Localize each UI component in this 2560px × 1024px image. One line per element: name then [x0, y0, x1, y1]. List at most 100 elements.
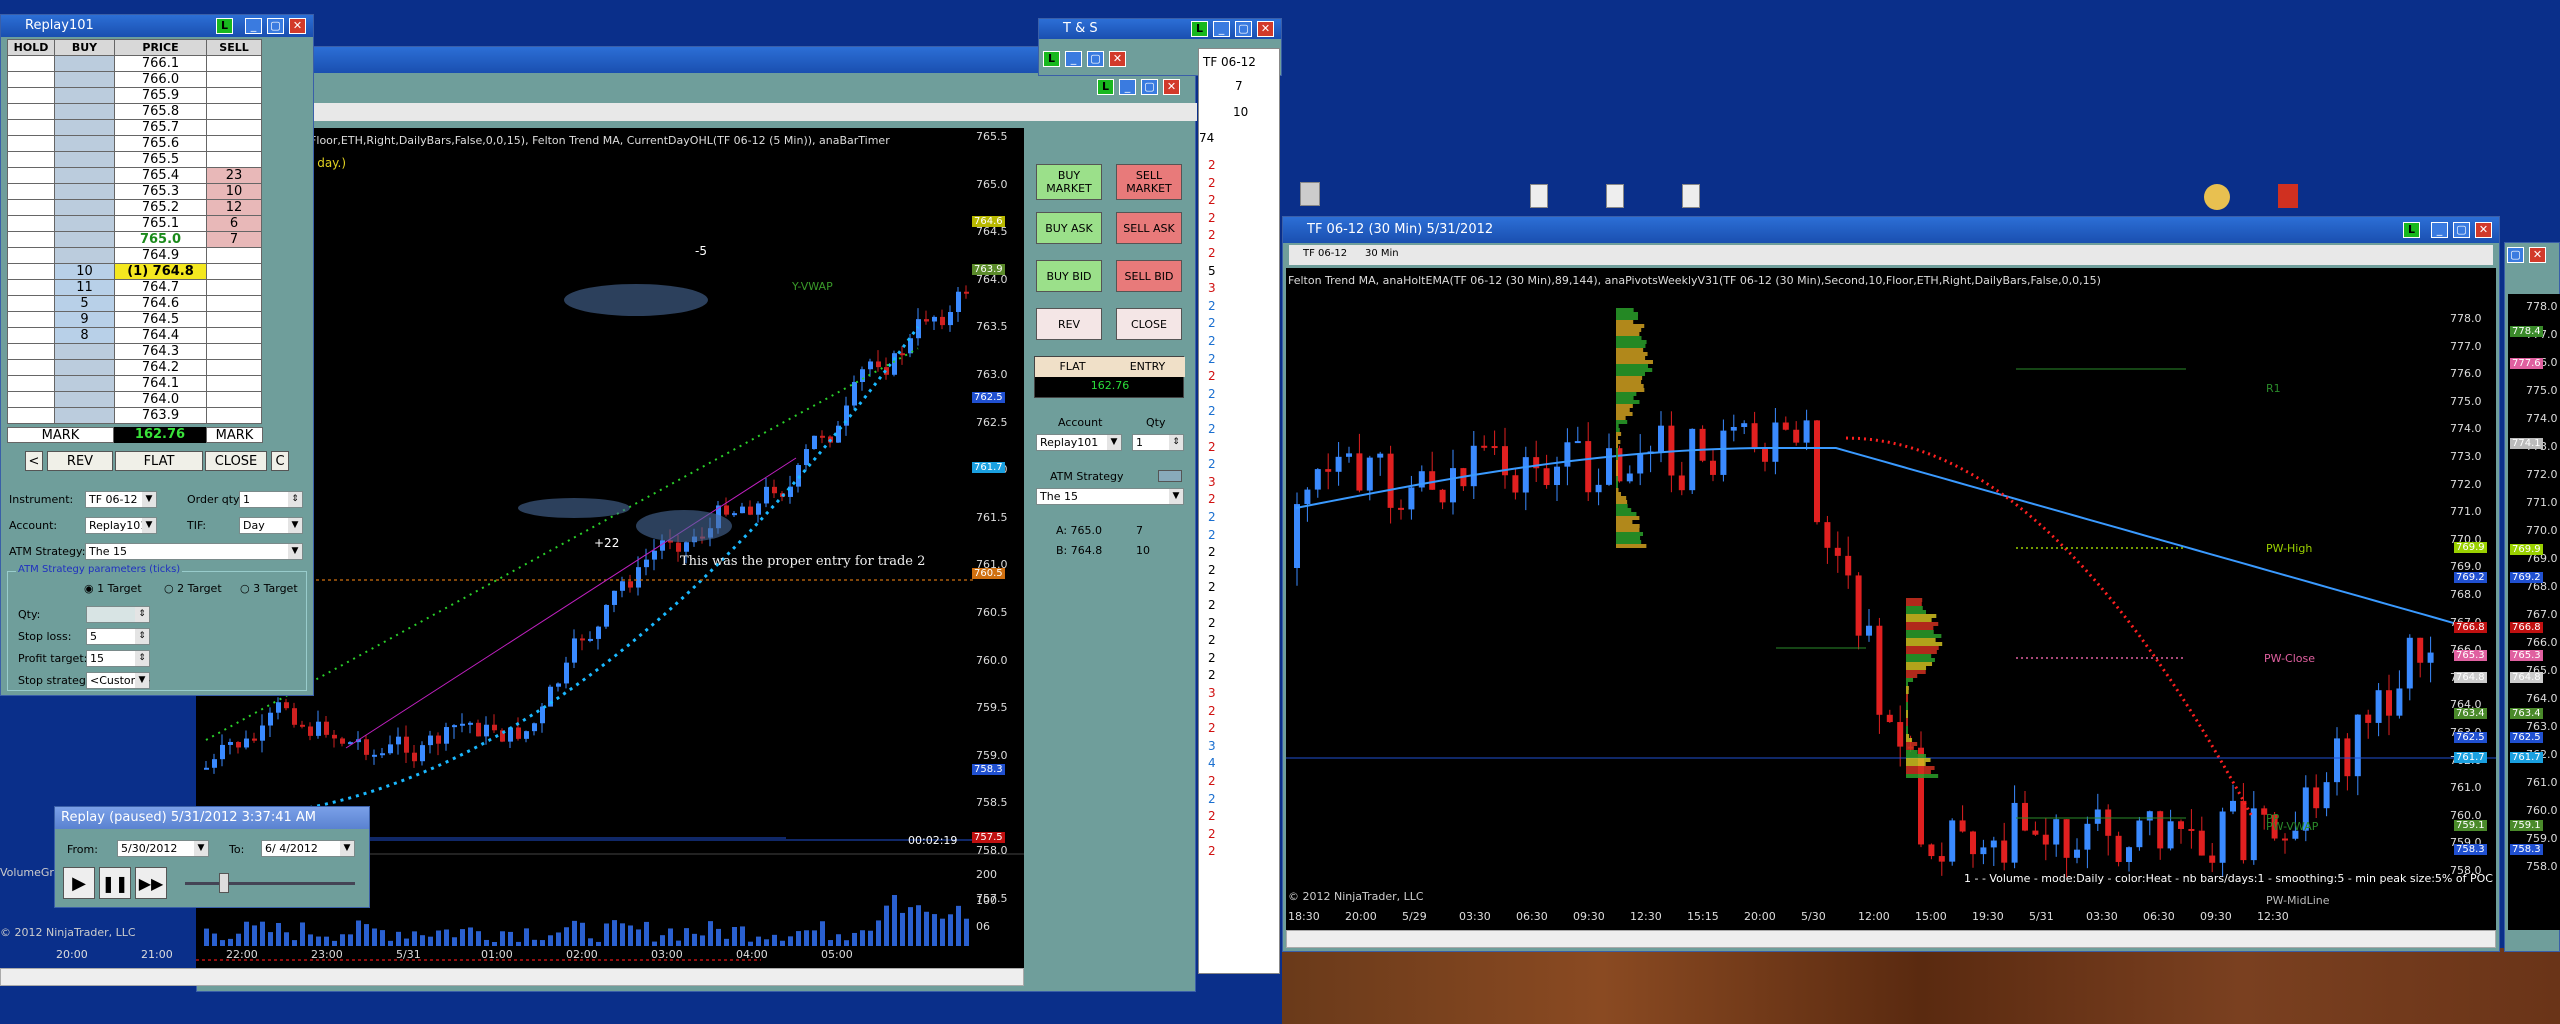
- stop-strategy-select[interactable]: <Custom> ▼: [86, 672, 151, 689]
- dom-left-button[interactable]: <: [25, 451, 43, 471]
- replay-titlebar[interactable]: Replay (paused) 5/31/2012 3:37:41 AM: [55, 807, 369, 829]
- qty-input[interactable]: ⇕: [86, 606, 150, 623]
- dom-ladder-row[interactable]: 765.7: [7, 118, 262, 136]
- right-chart-close-button[interactable]: ✕: [2475, 222, 2492, 238]
- price-cell[interactable]: 764.4: [114, 326, 207, 344]
- sell-cell[interactable]: 23: [206, 166, 262, 184]
- hold-cell[interactable]: [7, 294, 55, 312]
- mark-left[interactable]: MARK: [7, 427, 114, 443]
- replay-speed-track[interactable]: [185, 882, 355, 885]
- sell-cell[interactable]: 7: [206, 230, 262, 248]
- dom-ladder-row[interactable]: 764.1: [7, 374, 262, 392]
- price-cell[interactable]: 764.6: [114, 294, 207, 312]
- price-cell[interactable]: 766.0: [114, 70, 207, 88]
- right-toolbar-instrument[interactable]: TF 06-12: [1303, 248, 1347, 259]
- hold-cell[interactable]: [7, 246, 55, 264]
- hold-cell[interactable]: [7, 310, 55, 328]
- ts-sub-minimize-button[interactable]: _: [1065, 51, 1082, 67]
- price-cell[interactable]: 766.1: [114, 54, 207, 72]
- sell-cell[interactable]: [206, 246, 262, 264]
- buy-cell[interactable]: [54, 54, 115, 72]
- left-chart-minimize-button[interactable]: _: [1119, 79, 1136, 95]
- hold-cell[interactable]: [7, 278, 55, 296]
- dom-ladder-row[interactable]: 763.9: [7, 406, 262, 424]
- desktop-doc-icon-1[interactable]: [1530, 184, 1548, 208]
- sell-cell[interactable]: [206, 54, 262, 72]
- sell-cell[interactable]: [206, 342, 262, 360]
- dom-ladder-row[interactable]: 765.5: [7, 150, 262, 168]
- hold-cell[interactable]: [7, 54, 55, 72]
- buy-cell[interactable]: 9: [54, 310, 115, 328]
- ts-sub-close-button[interactable]: ✕: [1109, 51, 1126, 67]
- dom-ladder-row[interactable]: 9 764.5: [7, 310, 262, 328]
- price-cell[interactable]: (1) 764.8: [114, 262, 207, 280]
- far-right-maximize-button[interactable]: ▢: [2507, 247, 2524, 263]
- buy-cell[interactable]: [54, 134, 115, 152]
- buy-cell[interactable]: [54, 150, 115, 168]
- dom-ladder-row[interactable]: 766.0: [7, 70, 262, 88]
- sell-cell[interactable]: [206, 326, 262, 344]
- sell-cell[interactable]: [206, 374, 262, 392]
- tif-select[interactable]: Day ▼: [239, 517, 303, 534]
- dom-ladder-row[interactable]: 765.8: [7, 102, 262, 120]
- dom-minimize-button[interactable]: _: [245, 18, 262, 34]
- price-cell[interactable]: 765.5: [114, 150, 207, 168]
- dom-c-button[interactable]: C: [271, 451, 289, 471]
- buy-cell[interactable]: [54, 182, 115, 200]
- target3-radio[interactable]: ○ 3 Target: [240, 582, 298, 595]
- sell-cell[interactable]: 6: [206, 214, 262, 232]
- price-cell[interactable]: 765.3: [114, 182, 207, 200]
- price-cell[interactable]: 764.2: [114, 358, 207, 376]
- price-cell[interactable]: 764.7: [114, 278, 207, 296]
- dom-rev-button[interactable]: REV: [47, 451, 113, 471]
- buy-cell[interactable]: [54, 406, 115, 424]
- dom-close-button[interactable]: ✕: [289, 18, 306, 34]
- sell-cell[interactable]: [206, 294, 262, 312]
- right-chart-titlebar[interactable]: TF 06-12 (30 Min) 5/31/2012: [1283, 217, 2499, 243]
- ts-sub-link-button[interactable]: L: [1043, 51, 1060, 67]
- left-chart-close-button[interactable]: ✕: [1163, 79, 1180, 95]
- hold-cell[interactable]: [7, 150, 55, 168]
- price-cell[interactable]: 765.9: [114, 86, 207, 104]
- ts-close-button[interactable]: ✕: [1257, 21, 1274, 37]
- dom-ladder-row[interactable]: 765.1 6: [7, 214, 262, 232]
- price-cell[interactable]: 765.1: [114, 214, 207, 232]
- dom-ladder-row[interactable]: 764.0: [7, 390, 262, 408]
- buy-cell[interactable]: [54, 166, 115, 184]
- desktop-pdf-icon[interactable]: [2278, 184, 2298, 208]
- sell-cell[interactable]: 10: [206, 182, 262, 200]
- price-cell[interactable]: 765.7: [114, 118, 207, 136]
- buy-ask-button[interactable]: BUY ASK: [1036, 212, 1102, 244]
- price-cell[interactable]: 765.0: [114, 230, 207, 248]
- sell-cell[interactable]: [206, 262, 262, 280]
- chart-trader-close-button[interactable]: CLOSE: [1116, 308, 1182, 340]
- order-qty-input[interactable]: 1 ⇕: [239, 491, 303, 508]
- replay-play-button[interactable]: ▶: [63, 867, 95, 899]
- price-cell[interactable]: 763.9: [114, 406, 207, 424]
- ts-minimize-button[interactable]: _: [1213, 21, 1230, 37]
- hold-cell[interactable]: [7, 86, 55, 104]
- hold-cell[interactable]: [7, 70, 55, 88]
- right-chart-maximize-button[interactable]: ▢: [2453, 222, 2470, 238]
- right-chart-link-button[interactable]: L: [2403, 222, 2420, 238]
- hold-cell[interactable]: [7, 166, 55, 184]
- sell-cell[interactable]: [206, 70, 262, 88]
- price-cell[interactable]: 765.4: [114, 166, 207, 184]
- hold-cell[interactable]: [7, 326, 55, 344]
- sell-cell[interactable]: 12: [206, 198, 262, 216]
- buy-cell[interactable]: [54, 102, 115, 120]
- instrument-select[interactable]: TF 06-12 ▼: [85, 491, 157, 508]
- hold-cell[interactable]: [7, 214, 55, 232]
- buy-cell[interactable]: 5: [54, 294, 115, 312]
- buy-cell[interactable]: [54, 342, 115, 360]
- hold-cell[interactable]: [7, 230, 55, 248]
- sell-cell[interactable]: [206, 86, 262, 104]
- dom-ladder-row[interactable]: 10 (1) 764.8: [7, 262, 262, 280]
- price-cell[interactable]: 765.6: [114, 134, 207, 152]
- replay-to-date[interactable]: 6/ 4/2012 ▼: [261, 840, 355, 857]
- hold-cell[interactable]: [7, 406, 55, 424]
- dom-ladder-row[interactable]: 764.9: [7, 246, 262, 264]
- sell-ask-button[interactable]: SELL ASK: [1116, 212, 1182, 244]
- sell-cell[interactable]: [206, 134, 262, 152]
- dom-close-position-button[interactable]: CLOSE: [205, 451, 267, 471]
